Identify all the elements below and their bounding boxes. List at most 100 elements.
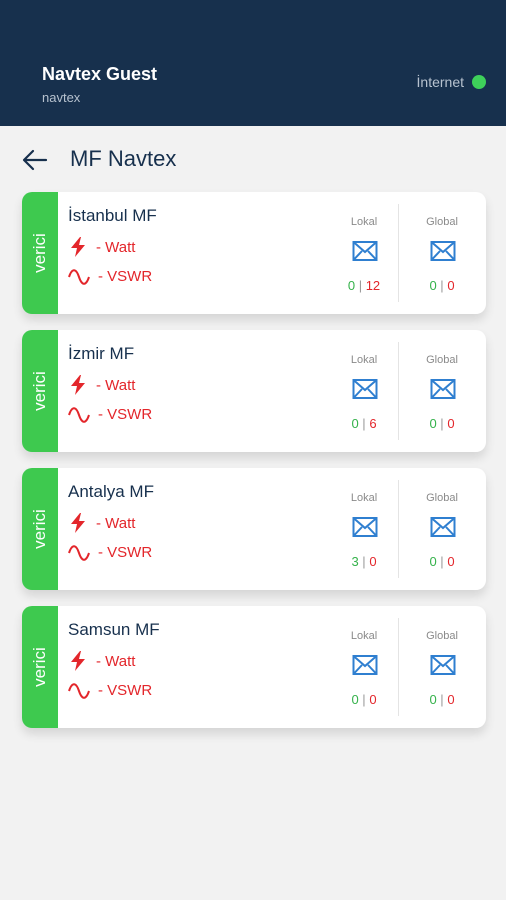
count-separator: | xyxy=(440,554,444,569)
count-separator: | xyxy=(358,278,363,293)
global-error-count: 0 xyxy=(447,692,455,707)
app-header: Navtex Guest navtex İnternet xyxy=(0,0,506,126)
vswr-row: - VSWR xyxy=(68,682,152,699)
global-counts: 0 | 0 xyxy=(402,554,482,569)
global-label: Global xyxy=(426,492,458,504)
vswr-value: - VSWR xyxy=(98,268,153,285)
online-status-dot-icon xyxy=(472,75,486,89)
lightning-bolt-icon xyxy=(71,375,85,395)
lokal-label: Lokal xyxy=(350,216,378,228)
vswr-row: - VSWR xyxy=(68,544,152,561)
lokal-error-count: 0 xyxy=(369,554,377,569)
envelope-icon xyxy=(430,655,456,675)
power-row: - Watt xyxy=(68,236,135,258)
lokal-messages-button[interactable] xyxy=(352,654,378,676)
power-value: - Watt xyxy=(96,514,136,532)
back-button[interactable] xyxy=(20,146,50,174)
count-separator: | xyxy=(440,692,444,707)
power-row: - Watt xyxy=(68,512,135,534)
lokal-error-count: 0 xyxy=(369,692,377,707)
count-separator: | xyxy=(440,416,444,431)
envelope-icon xyxy=(430,241,456,261)
global-label: Global xyxy=(426,216,458,228)
global-messages-button[interactable] xyxy=(430,240,456,262)
vswr-value: - VSWR xyxy=(98,406,153,423)
station-name: Antalya MF xyxy=(68,482,154,501)
station-card[interactable]: verici Antalya MF - Watt - VSWR Lokal 3 … xyxy=(22,468,486,590)
global-error-count: 0 xyxy=(447,278,455,293)
lokal-column: Lokal 0 | 12 xyxy=(324,192,404,314)
global-messages-button[interactable] xyxy=(430,654,456,676)
station-tag: verici xyxy=(22,192,58,314)
page-title: MF Navtex xyxy=(70,146,177,171)
global-error-count: 0 xyxy=(447,554,455,569)
lokal-ok-count: 0 xyxy=(347,278,356,293)
lightning-bolt-icon xyxy=(71,237,85,257)
global-messages-button[interactable] xyxy=(430,378,456,400)
lokal-ok-count: 0 xyxy=(351,692,359,707)
lokal-messages-button[interactable] xyxy=(352,378,378,400)
lokal-label: Lokal xyxy=(350,492,378,504)
user-subtitle: navtex xyxy=(42,90,81,105)
station-tag-label: verici xyxy=(30,233,49,273)
count-separator: | xyxy=(362,692,366,707)
global-ok-count: 0 xyxy=(429,278,437,293)
envelope-icon xyxy=(352,379,378,399)
station-tag-label: verici xyxy=(30,647,49,687)
station-name: İstanbul MF xyxy=(68,206,157,225)
envelope-icon xyxy=(430,517,456,537)
power-value: - Watt xyxy=(96,238,136,256)
lokal-column: Lokal 0 | 0 xyxy=(324,606,404,728)
title-bar: MF Navtex xyxy=(0,140,506,180)
global-column: Global 0 | 0 xyxy=(402,192,482,314)
station-card[interactable]: verici İstanbul MF - Watt - VSWR Lokal 0… xyxy=(22,192,486,314)
lokal-ok-count: 0 xyxy=(351,416,359,431)
vswr-value: - VSWR xyxy=(98,682,153,699)
station-card[interactable]: verici İzmir MF - Watt - VSWR Lokal 0 | … xyxy=(22,330,486,452)
lokal-counts: 0 | 0 xyxy=(324,692,404,707)
station-tag-label: verici xyxy=(30,509,49,549)
global-messages-button[interactable] xyxy=(430,516,456,538)
user-name: Navtex Guest xyxy=(42,64,158,84)
envelope-icon xyxy=(352,655,378,675)
lightning-bolt-icon xyxy=(71,651,85,671)
power-row: - Watt xyxy=(68,374,135,396)
global-counts: 0 | 0 xyxy=(402,278,482,293)
vswr-value: - VSWR xyxy=(98,544,153,561)
column-divider xyxy=(398,618,399,716)
count-separator: | xyxy=(362,416,366,431)
station-name: Samsun MF xyxy=(68,620,160,639)
column-divider xyxy=(398,480,399,578)
power-row: - Watt xyxy=(68,650,135,672)
lokal-messages-button[interactable] xyxy=(352,516,378,538)
arrow-left-icon xyxy=(22,149,48,171)
lokal-label: Lokal xyxy=(350,630,378,642)
global-column: Global 0 | 0 xyxy=(402,468,482,590)
internet-label: İnternet xyxy=(416,74,464,90)
station-tag: verici xyxy=(22,330,58,452)
station-name: İzmir MF xyxy=(68,344,135,363)
lokal-counts: 0 | 12 xyxy=(324,278,404,293)
sine-wave-icon xyxy=(68,682,90,699)
global-column: Global 0 | 0 xyxy=(402,330,482,452)
lokal-messages-button[interactable] xyxy=(352,240,378,262)
lokal-label: Lokal xyxy=(350,354,378,366)
lightning-bolt-icon xyxy=(71,513,85,533)
global-counts: 0 | 0 xyxy=(402,692,482,707)
count-separator: | xyxy=(440,278,444,293)
lokal-column: Lokal 0 | 6 xyxy=(324,330,404,452)
station-card[interactable]: verici Samsun MF - Watt - VSWR Lokal 0 |… xyxy=(22,606,486,728)
global-ok-count: 0 xyxy=(429,692,437,707)
global-column: Global 0 | 0 xyxy=(402,606,482,728)
column-divider xyxy=(398,342,399,440)
column-divider xyxy=(398,204,399,302)
global-label: Global xyxy=(426,354,458,366)
envelope-icon xyxy=(352,517,378,537)
station-tag: verici xyxy=(22,606,58,728)
lokal-column: Lokal 3 | 0 xyxy=(324,468,404,590)
lokal-error-count: 6 xyxy=(369,416,377,431)
sine-wave-icon xyxy=(68,406,90,423)
station-tag: verici xyxy=(22,468,58,590)
internet-status: İnternet xyxy=(417,74,486,90)
envelope-icon xyxy=(352,241,378,261)
